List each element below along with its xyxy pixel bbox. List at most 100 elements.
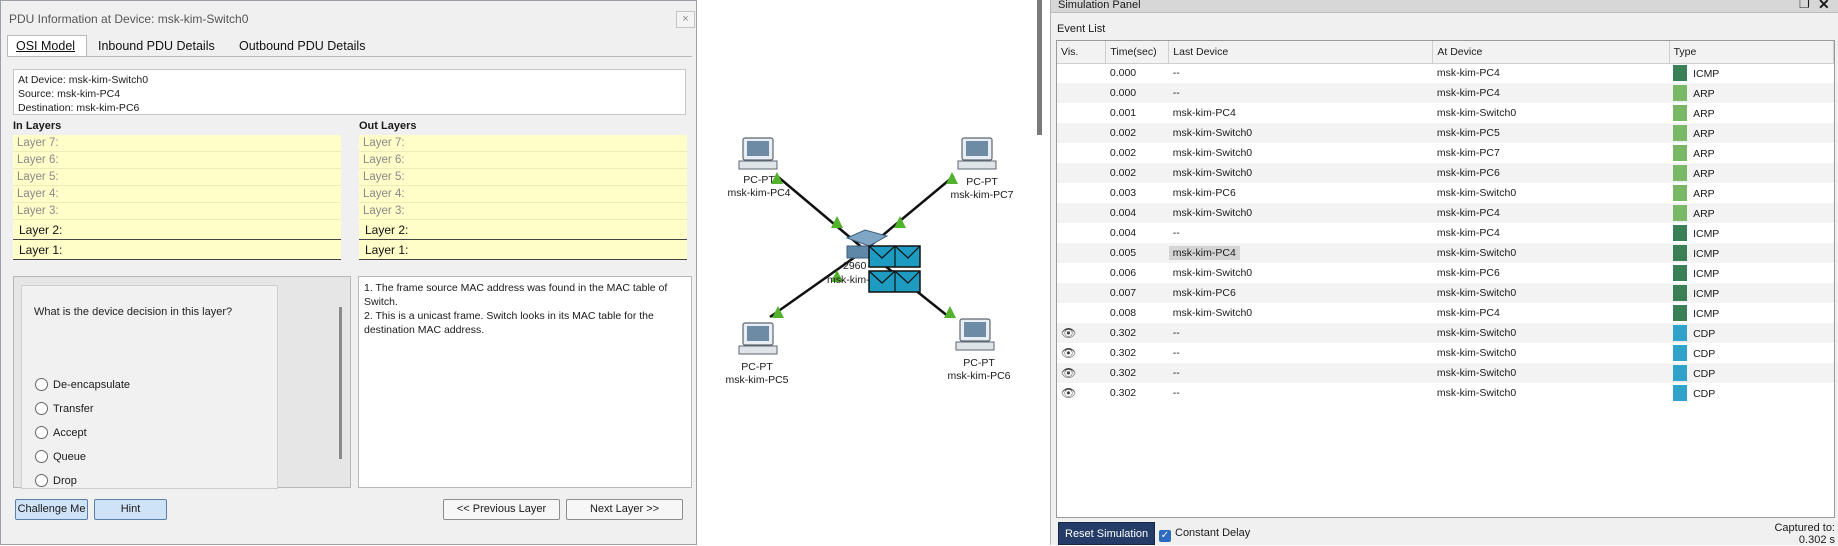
event-at-device-cell: msk-kim-PC7 [1433, 143, 1669, 163]
restore-icon[interactable]: ❐ [1799, 0, 1810, 11]
close-button[interactable]: × [676, 11, 695, 28]
topology-workspace: PC-PT msk-kim-PC4 PC-PT msk-kim-PC7 PC-P… [697, 0, 1037, 545]
pdu-envelope-icon[interactable] [868, 245, 921, 268]
event-row[interactable]: 0.007 msk-kim-PC6 msk-kim-Switch0 ICMP [1057, 283, 1834, 303]
out-layer-2[interactable]: Layer 2: [359, 220, 687, 240]
event-row[interactable]: 👁 0.302 -- msk-kim-Switch0 CDP [1057, 343, 1834, 363]
option-queue[interactable]: Queue [35, 450, 86, 463]
radio-icon[interactable] [35, 378, 48, 391]
out-layer-1[interactable]: Layer 1: [359, 240, 687, 260]
pc-icon[interactable] [957, 137, 997, 170]
event-vis-cell [1057, 183, 1106, 203]
reset-simulation-button[interactable]: Reset Simulation [1058, 522, 1156, 545]
tab-inbound-pdu-details[interactable]: Inbound PDU Details [89, 35, 224, 57]
in-layer-6[interactable]: Layer 6: [13, 152, 341, 169]
event-last-device-cell: msk-kim-Switch0 [1168, 203, 1433, 223]
event-time-cell: 0.005 [1105, 243, 1169, 263]
event-row[interactable]: 0.004 msk-kim-Switch0 msk-kim-PC4 ARP [1057, 203, 1834, 223]
previous-layer-button[interactable]: << Previous Layer [443, 499, 560, 520]
col-type[interactable]: Type [1669, 41, 1835, 64]
event-row[interactable]: 0.001 msk-kim-PC4 msk-kim-Switch0 ARP [1057, 103, 1834, 123]
radio-icon[interactable] [35, 474, 48, 487]
event-row[interactable]: 0.002 msk-kim-Switch0 msk-kim-PC5 ARP [1057, 123, 1834, 143]
event-at-device-cell: msk-kim-Switch0 [1432, 283, 1670, 303]
event-row[interactable]: 0.000 -- msk-kim-PC4 ICMP [1057, 63, 1834, 83]
out-layer-7[interactable]: Layer 7: [359, 135, 687, 152]
pc-icon[interactable] [738, 322, 778, 355]
event-row[interactable]: 0.003 msk-kim-PC6 msk-kim-Switch0 ARP [1057, 183, 1834, 203]
event-time-cell: 0.001 [1106, 103, 1169, 123]
option-drop[interactable]: Drop [35, 474, 77, 487]
event-last-device-text: -- [1172, 387, 1180, 399]
out-layer-4[interactable]: Layer 4: [359, 186, 687, 203]
event-row[interactable]: 0.000 -- msk-kim-PC4 ARP [1057, 83, 1834, 103]
captured-label: Captured to: [1774, 522, 1835, 534]
in-layer-4[interactable]: Layer 4: [13, 186, 341, 203]
col-at-device[interactable]: At Device [1432, 41, 1670, 64]
event-row[interactable]: 0.008 msk-kim-Switch0 msk-kim-PC4 ICMP [1057, 303, 1834, 323]
device-name: msk-kim-PC6 [947, 370, 1011, 382]
in-layer-7[interactable]: Layer 7: [13, 135, 341, 152]
event-vis-cell [1057, 83, 1106, 103]
close-icon[interactable]: ✕ [1818, 0, 1830, 13]
event-at-device-text: msk-kim-Switch0 [1436, 107, 1517, 119]
event-row[interactable]: 👁 0.302 -- msk-kim-Switch0 CDP [1057, 323, 1834, 343]
eye-icon[interactable]: 👁 [1061, 386, 1076, 400]
event-time-text: 0.007 [1109, 287, 1137, 299]
radio-icon[interactable] [35, 426, 48, 439]
event-last-device-text: -- [1172, 327, 1180, 339]
out-layer-6[interactable]: Layer 6: [359, 152, 687, 169]
event-time-cell: 0.008 [1106, 303, 1169, 323]
in-layer-1[interactable]: Layer 1: [13, 240, 341, 260]
option-transfer[interactable]: Transfer [35, 402, 94, 415]
pdu-envelope-icon[interactable] [868, 270, 921, 293]
event-row[interactable]: 0.002 msk-kim-Switch0 msk-kim-PC6 ARP [1057, 163, 1834, 183]
option-label: De-encapsulate [53, 379, 131, 391]
event-type-cell: ICMP [1669, 283, 1834, 303]
tab-outbound-pdu-details[interactable]: Outbound PDU Details [230, 35, 374, 57]
question-scrollbar[interactable] [339, 307, 342, 459]
in-layer-5[interactable]: Layer 5: [13, 169, 341, 186]
option-accept[interactable]: Accept [35, 426, 87, 439]
hint-button[interactable]: Hint [94, 499, 167, 520]
radio-icon[interactable] [35, 450, 48, 463]
event-row[interactable]: 0.004 -- msk-kim-PC4 ICMP [1057, 223, 1834, 243]
event-row[interactable]: 0.005 msk-kim-PC4 msk-kim-Switch0 ICMP [1057, 243, 1834, 263]
eye-icon[interactable]: 👁 [1061, 346, 1076, 360]
radio-icon[interactable] [35, 402, 48, 415]
event-last-device-cell: -- [1168, 83, 1433, 103]
event-row[interactable]: 0.002 msk-kim-Switch0 msk-kim-PC7 ARP [1057, 143, 1834, 163]
col-vis[interactable]: Vis. [1057, 41, 1107, 64]
event-last-device-cell: msk-kim-Switch0 [1169, 143, 1433, 163]
pc-icon[interactable] [738, 137, 778, 170]
type-color-swatch [1673, 145, 1688, 161]
pdu-titlebar: PDU Information at Device: msk-kim-Switc… [1, 1, 696, 37]
event-row[interactable]: 👁 0.302 -- msk-kim-Switch0 CDP [1057, 363, 1834, 383]
pc-icon[interactable] [955, 318, 995, 351]
pc6-label: PC-PT msk-kim-PC6 [929, 357, 1029, 383]
event-type-text: ICMP [1693, 68, 1720, 81]
type-color-swatch [1673, 365, 1688, 381]
event-type-text: ICMP [1693, 228, 1720, 240]
eye-icon[interactable]: 👁 [1061, 366, 1076, 380]
in-layer-2[interactable]: Layer 2: [13, 220, 341, 240]
event-last-device-text: msk-kim-PC6 [1172, 187, 1236, 199]
sim-titlebar: Simulation Panel ❐ ✕ [1051, 0, 1838, 13]
col-time[interactable]: Time(sec) [1105, 41, 1170, 64]
challenge-question-box: What is the device decision in this laye… [13, 276, 351, 489]
next-layer-button[interactable]: Next Layer >> [566, 499, 683, 520]
in-layer-3[interactable]: Layer 3: [13, 203, 341, 220]
option-de-encapsulate[interactable]: De-encapsulate [35, 378, 130, 391]
workspace-scrollbar[interactable] [1037, 0, 1042, 135]
col-last-device[interactable]: Last Device [1168, 41, 1434, 64]
challenge-me-button[interactable]: Challenge Me [15, 499, 88, 520]
out-layer-3[interactable]: Layer 3: [359, 203, 687, 220]
checkmark-icon[interactable]: ✓ [1159, 530, 1171, 542]
event-last-device-text: msk-kim-Switch0 [1172, 167, 1253, 179]
constant-delay-checkbox[interactable]: ✓ Constant Delay [1159, 527, 1250, 542]
eye-icon[interactable]: 👁 [1061, 326, 1076, 340]
out-layer-5[interactable]: Layer 5: [359, 169, 687, 186]
event-row[interactable]: 👁 0.302 -- msk-kim-Switch0 CDP [1057, 383, 1834, 403]
event-row[interactable]: 0.006 msk-kim-Switch0 msk-kim-PC6 ICMP [1057, 263, 1834, 283]
tab-osi-model[interactable]: OSI Model [7, 35, 87, 57]
